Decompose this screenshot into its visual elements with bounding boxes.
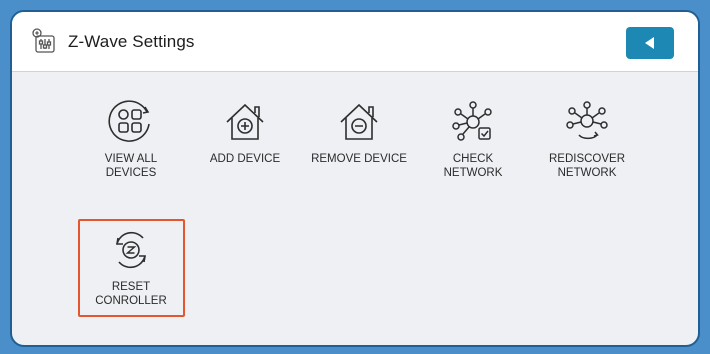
settings-sliders-icon: [30, 26, 60, 56]
house-plus-icon: [226, 103, 264, 140]
page-title: Z-Wave Settings: [68, 32, 195, 51]
house-minus-icon: [340, 103, 378, 140]
tile-label: VIEW ALL DEVICES: [104, 153, 158, 179]
add-device-tile[interactable]: ADD DEVICE: [192, 96, 298, 166]
network-refresh-icon: [566, 101, 608, 140]
rediscover-network-tile[interactable]: REDISCOVER NETWORK: [534, 96, 640, 180]
reset-controller-icon: [116, 231, 146, 269]
grid-devices-icon: [108, 100, 150, 142]
tile-label: REMOVE DEVICE: [311, 153, 407, 165]
tile-label: ADD DEVICE: [209, 153, 281, 165]
back-button[interactable]: [626, 27, 674, 59]
check-network-tile[interactable]: CHECK NETWORK: [420, 96, 526, 180]
tile-label: RESET CONROLLER: [95, 281, 167, 307]
tile-label: REDISCOVER NETWORK: [548, 153, 626, 179]
view-all-devices-tile[interactable]: VIEW ALL DEVICES: [78, 96, 184, 180]
remove-device-tile[interactable]: REMOVE DEVICE: [306, 96, 412, 166]
tile-label: CHECK NETWORK: [443, 153, 503, 179]
network-check-icon: [452, 101, 492, 141]
header-bar: Z-Wave Settings: [12, 12, 698, 72]
reset-controller-tile[interactable]: RESET CONROLLER: [78, 224, 184, 308]
z-wave-settings-panel: Z-Wave Settings VIEW ALL DEVICES ADD DEV…: [10, 10, 700, 347]
triangle-left-icon: [645, 37, 654, 49]
